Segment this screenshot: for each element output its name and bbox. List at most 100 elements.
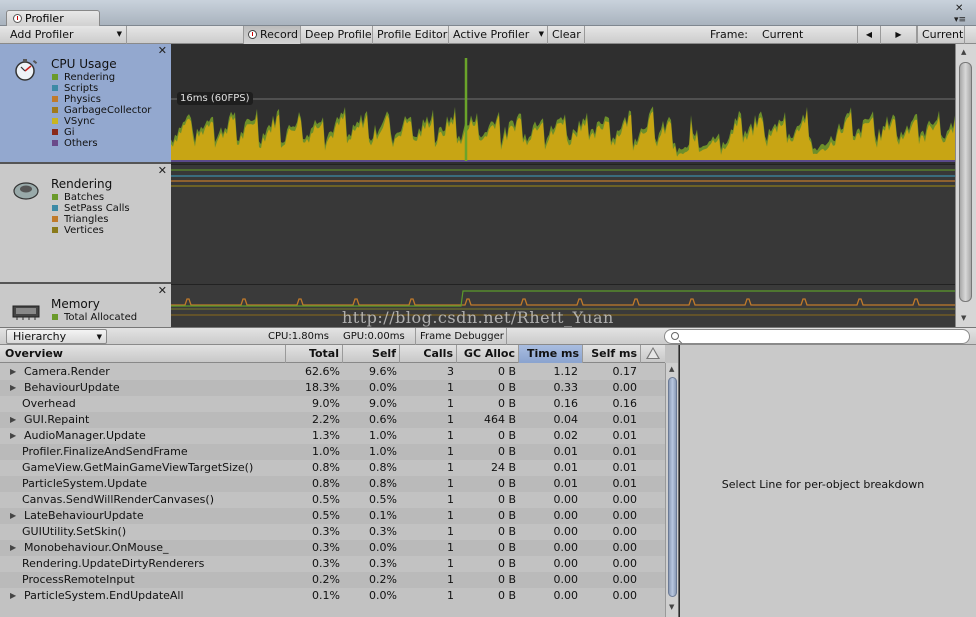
- rendering-graph[interactable]: [171, 164, 955, 284]
- cell-self-ms: 0.00: [612, 557, 638, 570]
- table-row[interactable]: ▶ BehaviourUpdate 18.3% 0.0% 1 0 B 0.33 0.00: [0, 380, 665, 396]
- chevron-down-icon: ▼: [538, 30, 544, 38]
- memory-graph[interactable]: [171, 284, 955, 327]
- table-row[interactable]: ▶ Monobehaviour.OnMouse_ 0.3% 0.0% 1 0 B 0.00 0…: [0, 540, 665, 556]
- scroll-down-icon[interactable]: ▼: [961, 314, 966, 322]
- profile-editor-button[interactable]: Profile Editor: [373, 26, 449, 44]
- profiler-graphs[interactable]: 16ms (60FPS): [171, 44, 955, 327]
- view-mode-dropdown[interactable]: Hierarchy ▼: [6, 329, 107, 344]
- expand-arrow-icon[interactable]: ▶: [10, 508, 16, 524]
- close-icon[interactable]: ✕: [158, 44, 167, 57]
- legend-item[interactable]: Vertices: [51, 225, 130, 236]
- module-cpu-usage[interactable]: ✕ CPU Usage Rendering Scripts Physics Garba…: [0, 44, 171, 164]
- cell-calls: 1: [447, 445, 454, 458]
- legend-swatch: [52, 74, 58, 80]
- search-input[interactable]: [683, 330, 963, 343]
- clear-button[interactable]: Clear: [548, 26, 585, 44]
- deep-profile-button[interactable]: Deep Profile: [301, 26, 373, 44]
- col-gc-alloc[interactable]: GC Alloc: [457, 345, 519, 363]
- table-row[interactable]: ▶ ParticleSystem.EndUpdateAll 0.1% 0.0% 1 0 B…: [0, 588, 665, 604]
- close-icon[interactable]: ✕: [158, 284, 167, 297]
- cell-self: 9.6%: [369, 365, 397, 378]
- rendering-chart: [171, 169, 955, 187]
- legend-swatch: [52, 314, 58, 320]
- cell-self-ms: 0.17: [612, 365, 638, 378]
- table-row[interactable]: GameView.GetMainGameViewTargetSize() 0.8%…: [0, 460, 665, 476]
- record-button[interactable]: Record: [243, 26, 301, 44]
- row-name: Profiler.FinalizeAndSendFrame: [22, 445, 188, 458]
- row-name: ParticleSystem.EndUpdateAll: [24, 589, 184, 602]
- col-calls[interactable]: Calls: [400, 345, 457, 363]
- row-name: ProcessRemoteInput: [22, 573, 135, 586]
- module-rendering[interactable]: ✕ Rendering Batches SetPass Calls Triangle…: [0, 164, 171, 284]
- search-field[interactable]: [664, 329, 970, 344]
- col-self[interactable]: Self: [343, 345, 400, 363]
- prev-frame-button[interactable]: ◀: [857, 26, 881, 44]
- table-row[interactable]: ▶ LateBehaviourUpdate 0.5% 0.1% 1 0 B 0.00 0.00: [0, 508, 665, 524]
- legend-item[interactable]: Rendering: [51, 72, 151, 83]
- cell-calls: 1: [447, 493, 454, 506]
- expand-arrow-icon[interactable]: ▶: [10, 588, 16, 604]
- legend-item[interactable]: Physics: [51, 94, 151, 105]
- table-scroll-thumb[interactable]: [668, 377, 677, 597]
- legend-item[interactable]: Batches: [51, 192, 130, 203]
- warning-icon[interactable]: [646, 347, 660, 359]
- profiler-tab-icon: [13, 14, 22, 23]
- table-row[interactable]: ▶ GUI.Repaint 2.2% 0.6% 1 464 B 0.04 0.01: [0, 412, 665, 428]
- cell-total: 0.5%: [312, 509, 340, 522]
- next-frame-button[interactable]: ▶: [881, 26, 917, 44]
- close-icon[interactable]: ✕: [158, 164, 167, 177]
- row-name: Canvas.SendWillRenderCanvases(): [22, 493, 214, 506]
- profiler-tab-label: Profiler: [25, 12, 64, 25]
- current-frame-button[interactable]: Current: [917, 26, 965, 44]
- table-scrollbar[interactable]: ▲ ▼: [665, 363, 678, 617]
- col-overview[interactable]: Overview: [0, 345, 286, 363]
- table-row[interactable]: ▶ Camera.Render 62.6% 9.6% 3 0 B 1.12 0.17: [0, 364, 665, 380]
- legend-item[interactable]: VSync: [51, 116, 151, 127]
- table-row[interactable]: ProcessRemoteInput 0.2% 0.2% 1 0 B 0.00 0.00: [0, 572, 665, 588]
- add-profiler-dropdown[interactable]: Add Profiler ▼: [6, 26, 127, 44]
- legend-item[interactable]: GarbageCollector: [51, 105, 151, 116]
- profiler-tab[interactable]: Profiler: [6, 10, 100, 27]
- graphs-scroll-thumb[interactable]: [959, 62, 972, 302]
- legend-item[interactable]: Total Allocated: [51, 312, 137, 323]
- table-row[interactable]: ParticleSystem.Update 0.8% 0.8% 1 0 B 0.01 0.0…: [0, 476, 665, 492]
- cell-self: 1.0%: [369, 445, 397, 458]
- table-row[interactable]: ▶ AudioManager.Update 1.3% 1.0% 1 0 B 0.02 0.01: [0, 428, 665, 444]
- table-header: Overview Total Self Calls GC Alloc Time …: [0, 345, 665, 363]
- scroll-up-icon[interactable]: ▲: [961, 48, 966, 56]
- graphs-scrollbar[interactable]: ▲ ▼: [955, 44, 976, 327]
- active-profiler-dropdown[interactable]: Active Profiler ▼: [449, 26, 548, 44]
- col-self-ms[interactable]: Self ms: [583, 345, 641, 363]
- legend-item[interactable]: Triangles: [51, 214, 130, 225]
- window-menu-icon[interactable]: ▾≡: [954, 15, 966, 25]
- expand-arrow-icon[interactable]: ▶: [10, 412, 16, 428]
- expand-arrow-icon[interactable]: ▶: [10, 540, 16, 556]
- frame-value: Current: [762, 28, 804, 41]
- legend-label: Vertices: [64, 225, 104, 236]
- col-time-ms[interactable]: Time ms: [519, 345, 583, 363]
- cell-gc: 0 B: [497, 493, 516, 506]
- expand-arrow-icon[interactable]: ▶: [10, 428, 16, 444]
- legend-item[interactable]: Others: [51, 138, 151, 149]
- row-name: GUIUtility.SetSkin(): [22, 525, 127, 538]
- table-row[interactable]: Canvas.SendWillRenderCanvases() 0.5% 0.5% 1…: [0, 492, 665, 508]
- frame-debugger-button[interactable]: Frame Debugger: [415, 328, 507, 346]
- cell-gc: 0 B: [497, 509, 516, 522]
- cell-gc: 0 B: [497, 397, 516, 410]
- scroll-down-icon[interactable]: ▼: [669, 603, 674, 611]
- cpu-usage-graph[interactable]: 16ms (60FPS): [171, 44, 955, 164]
- legend-item[interactable]: SetPass Calls: [51, 203, 130, 214]
- col-total[interactable]: Total: [286, 345, 343, 363]
- module-memory[interactable]: ✕ Memory Total Allocated: [0, 284, 171, 327]
- expand-arrow-icon[interactable]: ▶: [10, 364, 16, 380]
- table-row[interactable]: Profiler.FinalizeAndSendFrame 1.0% 1.0% 1 0 …: [0, 444, 665, 460]
- scroll-up-icon[interactable]: ▲: [669, 365, 674, 373]
- expand-arrow-icon[interactable]: ▶: [10, 380, 16, 396]
- table-row[interactable]: Rendering.UpdateDirtyRenderers 0.3% 0.3% 1 0…: [0, 556, 665, 572]
- legend-item[interactable]: Scripts: [51, 83, 151, 94]
- table-row[interactable]: Overhead 9.0% 9.0% 1 0 B 0.16 0.16: [0, 396, 665, 412]
- table-row[interactable]: GUIUtility.SetSkin() 0.3% 0.3% 1 0 B 0.00 0.00: [0, 524, 665, 540]
- close-icon[interactable]: ✕: [955, 3, 963, 14]
- legend-item[interactable]: Gi: [51, 127, 151, 138]
